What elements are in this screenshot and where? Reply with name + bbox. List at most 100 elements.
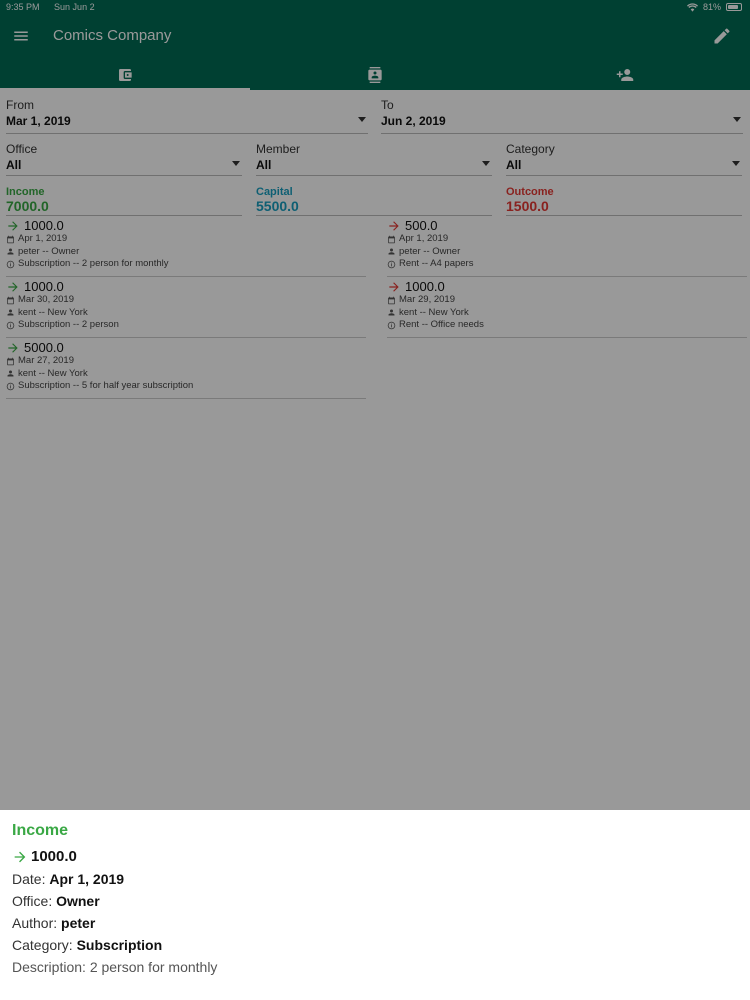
- entry-date: Mar 27, 2019: [18, 355, 74, 366]
- outcome-label: Outcome: [506, 186, 554, 198]
- info-icon: [6, 260, 15, 268]
- entry-amount: 1000.0: [405, 279, 445, 294]
- entry-person: peter -- Owner: [18, 245, 80, 257]
- list-item[interactable]: 5000.0 Mar 27, 2019 kent -- New York Subscr…: [6, 338, 366, 399]
- member-label: Member: [256, 142, 301, 156]
- entry-note-row: Subscription -- 2 person for monthly: [6, 258, 366, 271]
- wallet-icon: [119, 69, 132, 81]
- arrow-right-icon: [8, 281, 18, 292]
- sheet-amount-value: 1000.0: [31, 848, 77, 865]
- battery-icon: [726, 3, 742, 11]
- entry-date-row: Mar 29, 2019: [387, 294, 747, 307]
- status-date: Sun Jun 2: [54, 2, 95, 12]
- app-title: Comics Company: [53, 27, 172, 44]
- income-total: 7000.0: [6, 198, 242, 216]
- list-item[interactable]: 1000.0 Mar 30, 2019 kent -- New York Subscr…: [6, 277, 366, 338]
- to-date-picker[interactable]: To Jun 2, 2019: [381, 98, 743, 134]
- entry-note-row: Subscription -- 2 person: [6, 319, 366, 332]
- entry-date-row: Mar 30, 2019: [6, 294, 366, 307]
- list-item[interactable]: 1000.0 Apr 1, 2019 peter -- Owner Subscript…: [6, 216, 366, 277]
- sheet-office-row: Office: Owner: [12, 893, 738, 909]
- sheet-amount: 1000.0: [12, 848, 738, 865]
- calendar-icon: [7, 357, 14, 365]
- entry-person: peter -- Owner: [399, 245, 461, 257]
- person-icon: [7, 309, 14, 316]
- office-select[interactable]: Office All: [6, 142, 242, 176]
- sheet-description-value: 2 person for monthly: [89, 959, 218, 975]
- member-value: All: [256, 158, 272, 172]
- entry-amount: 1000.0: [24, 279, 64, 294]
- person-icon: [388, 309, 395, 316]
- capital-total: 5500.0: [256, 198, 492, 216]
- list-item[interactable]: 1000.0 Mar 29, 2019 kent -- New York Rent -…: [387, 277, 747, 338]
- dropdown-arrow-icon: [232, 161, 240, 166]
- info-icon: [6, 321, 15, 329]
- from-date-picker[interactable]: From Mar 1, 2019: [6, 98, 368, 134]
- entry-person-row: kent -- New York: [387, 307, 747, 320]
- status-bar: 9:35 PM Sun Jun 2 81%: [0, 0, 750, 16]
- entry-amount: 1000.0: [24, 218, 64, 233]
- dropdown-arrow-icon: [482, 161, 490, 166]
- entry-note-row: Subscription -- 5 for half year subscrip…: [6, 380, 366, 393]
- entry-note: Subscription -- 5 for half year subscrip…: [18, 380, 194, 391]
- menu-icon[interactable]: [12, 27, 30, 45]
- person-icon: [7, 370, 14, 377]
- entry-person: kent -- New York: [399, 306, 469, 318]
- outcome-total: 1500.0: [506, 198, 742, 216]
- entry-amount-row: 1000.0: [6, 218, 366, 233]
- add-person-icon: [616, 69, 634, 81]
- info-icon: [6, 382, 15, 390]
- entry-person-row: peter -- Owner: [6, 246, 366, 259]
- info-icon: [387, 260, 396, 268]
- entry-amount-row: 500.0: [387, 218, 747, 233]
- person-icon: [7, 248, 14, 255]
- entry-note-row: Rent -- Office needs: [387, 319, 747, 332]
- tab-bar: [0, 60, 750, 90]
- to-label: To: [381, 98, 394, 112]
- sheet-description-label: Description:: [12, 959, 90, 975]
- entry-amount: 500.0: [405, 218, 438, 233]
- income-list: 1000.0 Apr 1, 2019 peter -- Owner Subscript…: [6, 216, 366, 399]
- sheet-category-label: Category:: [12, 937, 77, 953]
- entry-amount-row: 1000.0: [6, 279, 366, 294]
- entry-person: kent -- New York: [18, 306, 88, 318]
- outcome-list: 500.0 Apr 1, 2019 peter -- Owner Rent -- A4…: [387, 216, 747, 338]
- entry-person-row: kent -- New York: [6, 368, 366, 381]
- entry-amount-row: 1000.0: [387, 279, 747, 294]
- category-label: Category: [506, 142, 555, 156]
- entry-amount: 5000.0: [24, 340, 64, 355]
- battery-percent: 81%: [702, 2, 721, 12]
- income-label: Income: [6, 186, 45, 198]
- category-select[interactable]: Category All: [506, 142, 742, 176]
- entry-date: Mar 30, 2019: [18, 294, 74, 305]
- income-summary: Income 7000.0: [6, 186, 242, 216]
- capital-label: Capital: [256, 186, 293, 198]
- office-value: All: [6, 158, 22, 172]
- from-label: From: [6, 98, 34, 112]
- tab-contacts[interactable]: [250, 60, 500, 90]
- arrow-right-icon: [14, 851, 26, 862]
- entry-note: Subscription -- 2 person for monthly: [18, 258, 169, 269]
- from-value: Mar 1, 2019: [6, 114, 71, 128]
- arrow-right-icon: [389, 220, 399, 231]
- entry-date: Mar 29, 2019: [399, 294, 455, 305]
- sheet-category-row: Category: Subscription: [12, 937, 738, 953]
- calendar-icon: [388, 296, 395, 304]
- member-select[interactable]: Member All: [256, 142, 492, 176]
- dropdown-arrow-icon: [733, 117, 741, 122]
- calendar-icon: [7, 235, 14, 243]
- sheet-date-value: Apr 1, 2019: [49, 871, 125, 887]
- edit-icon[interactable]: [712, 26, 732, 46]
- sheet-author-label: Author:: [12, 915, 62, 931]
- list-item[interactable]: 500.0 Apr 1, 2019 peter -- Owner Rent -- A4…: [387, 216, 747, 277]
- arrow-right-icon: [389, 281, 399, 292]
- wifi-icon: [686, 2, 698, 12]
- sheet-category-value: Subscription: [76, 937, 163, 953]
- sheet-title: Income: [12, 822, 69, 839]
- person-icon: [388, 248, 395, 255]
- entry-date-row: Apr 1, 2019: [6, 233, 366, 246]
- sheet-author-row: Author: peter: [12, 915, 738, 931]
- tab-wallet[interactable]: [0, 60, 250, 90]
- tab-add-member[interactable]: [500, 60, 750, 90]
- category-value: All: [506, 158, 522, 172]
